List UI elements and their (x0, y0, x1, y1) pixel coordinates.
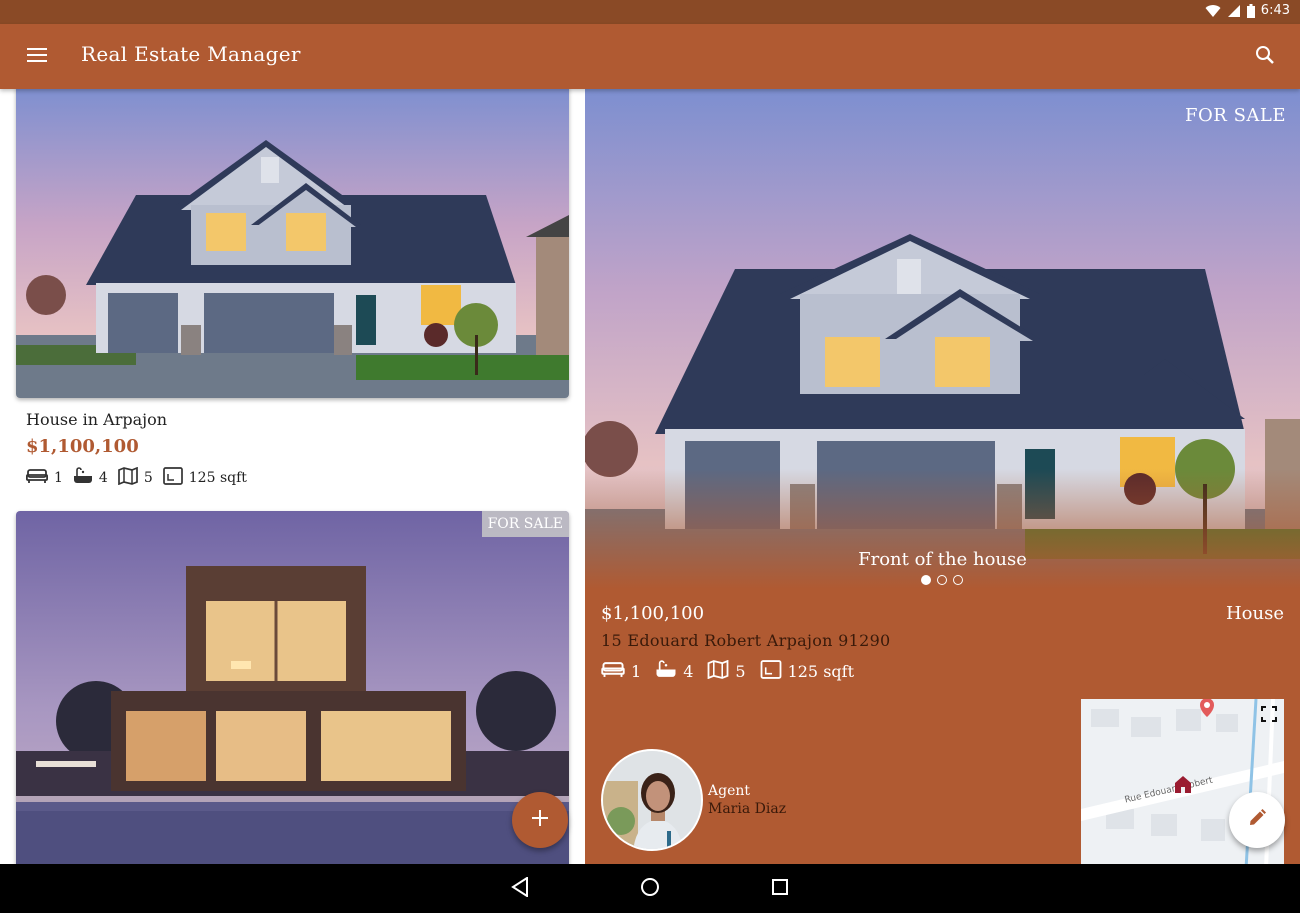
floorplan-icon (117, 466, 144, 489)
property-list: House in Arpajon $1,100,100 1 4 5 125 sq… (0, 89, 585, 864)
property-title: House in Arpajon (26, 410, 168, 429)
carousel-dot[interactable] (953, 575, 963, 585)
carousel-dot[interactable] (937, 575, 947, 585)
system-nav-bar (0, 864, 1300, 913)
bathrooms-count: 4 (98, 470, 108, 486)
photo-caption: Front of the house (858, 549, 1027, 570)
sofa-icon (601, 661, 631, 682)
for-sale-badge: FOR SALE (481, 511, 569, 537)
signal-icon (1227, 4, 1241, 18)
battery-icon (1246, 3, 1255, 18)
property-type: House (1225, 603, 1284, 624)
rooms-count: 1 (631, 662, 642, 681)
app-bar: Real Estate Manager (0, 24, 1300, 89)
fullscreen-icon (1261, 706, 1277, 722)
nav-home-button[interactable] (637, 876, 663, 902)
status-bar: 6:43 (0, 0, 1300, 24)
map-fullscreen-button[interactable] (1258, 703, 1280, 725)
recents-icon (772, 879, 788, 899)
menu-icon (27, 47, 47, 67)
photo-carousel[interactable]: FOR SALE Front of the house (585, 89, 1300, 589)
surface-value: 125 sqft (188, 470, 247, 486)
search-icon (1255, 45, 1275, 69)
nav-recents-button[interactable] (767, 876, 793, 902)
sofa-icon (25, 468, 54, 488)
bedrooms-feature: 5 (707, 659, 746, 683)
bathrooms-feature: 4 (655, 660, 693, 683)
menu-button[interactable] (20, 40, 54, 74)
carousel-dot[interactable] (921, 575, 931, 585)
rooms-count: 1 (54, 470, 63, 486)
surface-feature: 125 sqft (162, 467, 247, 489)
wifi-icon (1205, 4, 1221, 18)
pencil-icon (1247, 808, 1267, 832)
bathtub-icon (73, 467, 99, 489)
rooms-feature: 1 (25, 468, 63, 488)
search-button[interactable] (1248, 40, 1282, 74)
nav-back-button[interactable] (507, 876, 533, 902)
bedrooms-feature: 5 (117, 466, 153, 489)
detail-features: 1 4 5 125 sqft (601, 659, 868, 683)
rooms-feature: 1 (601, 661, 641, 682)
property-card-photo[interactable] (16, 89, 569, 398)
bedrooms-count: 5 (143, 470, 153, 486)
add-icon (531, 809, 549, 831)
status-time: 6:43 (1260, 3, 1290, 18)
floorplan-icon (707, 659, 735, 683)
bathtub-icon (655, 660, 683, 683)
home-icon (640, 877, 660, 901)
bathrooms-feature: 4 (73, 467, 108, 489)
surface-icon (162, 467, 189, 489)
property-card-photo[interactable]: FOR SALE (16, 511, 569, 864)
property-features: 1 4 5 125 sqft (25, 466, 257, 489)
detail-price: $1,100,100 (601, 603, 705, 624)
surface-value: 125 sqft (787, 662, 854, 681)
bathrooms-count: 4 (683, 662, 694, 681)
property-address: 15 Edouard Robert Arpajon 91290 (601, 631, 891, 650)
property-detail: FOR SALE Front of the house $1,100,100 H… (585, 89, 1300, 864)
surface-feature: 125 sqft (760, 660, 854, 683)
for-sale-badge: FOR SALE (1185, 105, 1286, 126)
agent-name: Maria Diaz (708, 801, 787, 817)
surface-icon (760, 660, 788, 683)
app-title: Real Estate Manager (81, 42, 301, 66)
edit-property-button[interactable] (1229, 792, 1285, 848)
agent-avatar (601, 749, 703, 851)
carousel-indicator (921, 575, 963, 585)
back-icon (511, 876, 529, 901)
bedrooms-count: 5 (735, 662, 746, 681)
add-property-button[interactable] (512, 792, 568, 848)
agent-label: Agent (708, 783, 750, 799)
property-price: $1,100,100 (26, 436, 139, 457)
status-icons: 6:43 (1205, 3, 1290, 18)
